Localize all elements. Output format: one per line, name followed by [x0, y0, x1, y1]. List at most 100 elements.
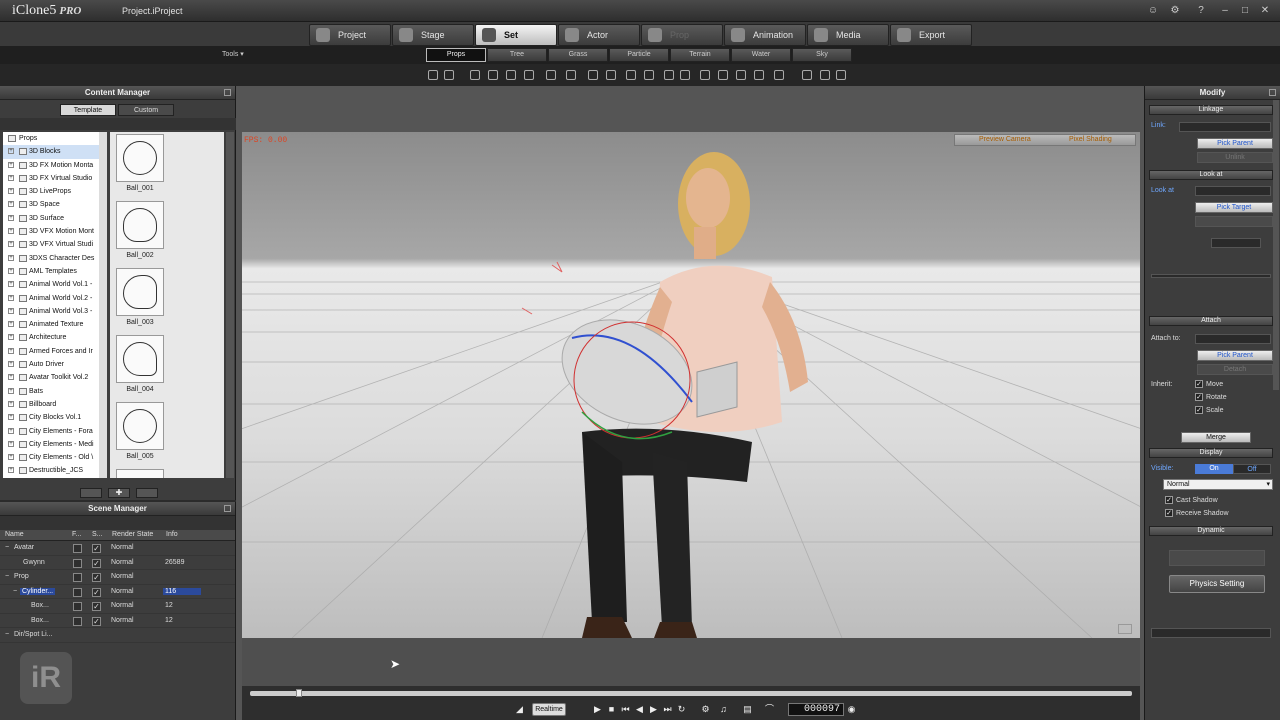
tree-item[interactable]: +3D VFX Motion Mont [3, 225, 107, 238]
tab-media[interactable]: Media [807, 24, 889, 46]
expand-icon[interactable]: + [8, 454, 14, 461]
scene-row[interactable]: − Avatar ✓ Normal [0, 541, 235, 556]
inherit-scale-checkbox[interactable]: ✓ Scale [1195, 406, 1224, 414]
expand-icon[interactable]: + [8, 321, 14, 328]
shading-select[interactable]: Pixel Shading [1069, 136, 1112, 143]
scene-row[interactable]: Gwynn ✓ Normal 26589 [0, 556, 235, 570]
expand-icon[interactable]: + [8, 161, 14, 168]
first-frame-icon[interactable]: ⏮ [620, 704, 631, 715]
frame-counter[interactable]: 000097 [788, 703, 844, 716]
close-icon[interactable]: ✕ [1258, 4, 1272, 18]
render-state-cell[interactable]: Normal [111, 559, 134, 566]
attach-pick-parent-button[interactable]: Pick Parent [1197, 350, 1273, 361]
expand-icon[interactable]: + [8, 347, 14, 354]
tree-item[interactable]: + City Blocks Vol.1 [3, 411, 107, 424]
freeze-checkbox[interactable] [73, 573, 82, 582]
wireframe-icon[interactable] [736, 70, 746, 80]
realtime-button[interactable]: Realtime [532, 703, 566, 716]
tree-item[interactable]: + AML Templates [3, 265, 107, 278]
tree-item[interactable]: + Architecture [3, 331, 107, 344]
tree-root[interactable]: Props [3, 132, 107, 145]
tree-item[interactable]: +3D FX Virtual Studio [3, 172, 107, 185]
pin-icon[interactable] [224, 505, 231, 512]
play-icon[interactable]: ▶ [592, 704, 603, 715]
visible-on-toggle[interactable]: On [1195, 464, 1233, 474]
timeline-scrubber[interactable] [295, 689, 302, 697]
expand-icon[interactable]: + [8, 400, 14, 407]
scene-row[interactable]: Box... ✓ Normal 12 [0, 599, 235, 614]
camera-switch-icon[interactable]: ⌒ [764, 704, 775, 715]
pan-icon[interactable] [588, 70, 598, 80]
move-up-icon[interactable] [470, 70, 480, 80]
subtab-grass[interactable]: Grass [548, 48, 608, 62]
fit-icon[interactable] [644, 70, 654, 80]
expand-icon[interactable]: + [8, 188, 14, 195]
light-icon[interactable] [754, 70, 764, 80]
viewport-resize-icon[interactable] [1118, 624, 1132, 634]
tree-scrollbar[interactable] [99, 132, 107, 478]
look-at-section[interactable]: Look at [1149, 170, 1273, 180]
expand-icon[interactable]: + [8, 267, 14, 274]
tab-project[interactable]: Project [309, 24, 391, 46]
next-button[interactable] [136, 488, 158, 498]
expand-icon[interactable]: + [8, 387, 14, 394]
pin-icon[interactable] [224, 89, 231, 96]
expand-icon[interactable]: + [8, 281, 14, 288]
thumbnail-item[interactable]: Ball_005 [116, 402, 164, 468]
timeline-track[interactable] [250, 691, 1132, 696]
tree-item[interactable]: + Animal World Vol.3 - [3, 305, 107, 318]
expand-icon[interactable]: + [8, 174, 14, 181]
tab-actor[interactable]: Actor [558, 24, 640, 46]
expand-icon[interactable]: + [8, 201, 14, 208]
frame-settings-icon[interactable]: ◉ [846, 704, 857, 715]
subtab-sky[interactable]: Sky [792, 48, 852, 62]
add-button[interactable]: ✚ [108, 488, 130, 498]
prev-frame-icon[interactable]: ◀ [634, 704, 645, 715]
tree-item[interactable]: +3D Space [3, 198, 107, 211]
expand-icon[interactable]: + [8, 294, 14, 301]
expand-icon[interactable]: + [8, 374, 14, 381]
link-field[interactable] [1179, 122, 1271, 132]
content-tree[interactable]: Props +3D Blocks +3D FX Motion Monta +3D F… [3, 132, 107, 478]
tab-custom[interactable]: Custom [118, 104, 174, 116]
undo-icon[interactable] [428, 70, 438, 80]
tree-item[interactable]: +3D Blocks [3, 145, 107, 159]
physics-setting-button[interactable]: Physics Setting [1169, 575, 1265, 593]
tab-export[interactable]: Export [890, 24, 972, 46]
subtab-particle[interactable]: Particle [609, 48, 669, 62]
tab-prop[interactable]: Prop [641, 24, 723, 46]
visible-off-toggle[interactable]: Off [1233, 464, 1271, 474]
detach-button[interactable]: Detach [1197, 364, 1273, 375]
render-state-cell[interactable]: Normal [111, 588, 134, 595]
previous-button[interactable] [80, 488, 102, 498]
col-show[interactable]: S... [92, 531, 103, 538]
tree-item[interactable]: +3D Surface [3, 212, 107, 225]
pick-parent-button[interactable]: Pick Parent [1197, 138, 1273, 149]
attach-section[interactable]: Attach [1149, 316, 1273, 326]
display-section[interactable]: Display [1149, 448, 1273, 458]
expand-icon[interactable]: + [8, 467, 14, 474]
rotate-icon[interactable] [524, 70, 534, 80]
camera-icon[interactable] [680, 70, 690, 80]
tab-template[interactable]: Template [60, 104, 116, 116]
pick-target-button[interactable]: Pick Target [1195, 202, 1273, 213]
zoom-icon[interactable] [626, 70, 636, 80]
record-motion-icon[interactable]: ⚙ [700, 704, 711, 715]
tree-item[interactable]: + Auto Driver [3, 358, 107, 371]
expand-icon[interactable]: + [8, 427, 14, 434]
move-icon[interactable] [506, 70, 516, 80]
show-checkbox[interactable]: ✓ [92, 602, 101, 611]
tree-item[interactable]: + Bats [3, 385, 107, 398]
expand-icon[interactable]: + [8, 148, 14, 155]
maximize-icon[interactable]: □ [1238, 4, 1252, 18]
tree-item[interactable]: + Billboard [3, 398, 107, 411]
attach-field[interactable] [1195, 334, 1271, 344]
tree-item[interactable]: +3D LiveProps [3, 185, 107, 198]
cast-shadow-checkbox[interactable]: ✓ Cast Shadow [1165, 496, 1218, 504]
tree-item[interactable]: +3D FX Motion Monta [3, 159, 107, 172]
subtab-tree[interactable]: Tree [487, 48, 547, 62]
user-icon[interactable]: ☺ [1146, 4, 1160, 18]
scene-row[interactable]: Box... ✓ Normal 12 [0, 614, 235, 628]
expand-icon[interactable]: + [8, 254, 14, 261]
scene-row[interactable]: − Prop ✓ Normal [0, 570, 235, 585]
